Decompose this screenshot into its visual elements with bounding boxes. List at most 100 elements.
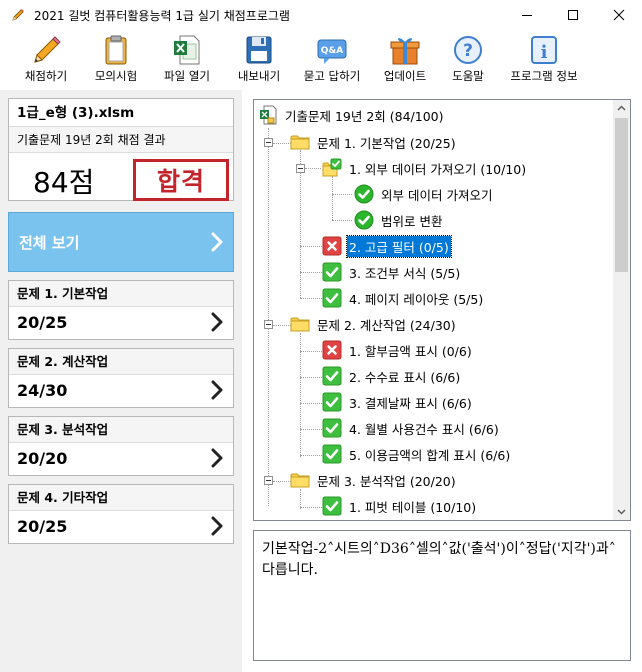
mock-exam-button[interactable]: 모의시험: [84, 30, 148, 85]
tree-connector: [305, 168, 321, 169]
section-score: 20/25: [17, 313, 68, 332]
collapse-toggle[interactable]: [296, 164, 305, 173]
section-card-1[interactable]: 문제 1. 기본작업 20/25: [8, 280, 234, 340]
left-panel: 1급_e형 (3).xlsm 기출문제 19년 2회 채점 결과 84점 합격 …: [0, 90, 242, 672]
tree-connector: [332, 194, 352, 195]
open-file-button[interactable]: 파일 열기: [148, 30, 226, 85]
check-icon: [322, 444, 342, 464]
section-card-4[interactable]: 문제 4. 기타작업 20/25: [8, 484, 234, 544]
tree-connector: [300, 507, 322, 508]
folder-icon: [290, 132, 310, 152]
close-icon: [613, 9, 625, 21]
app-pencil-icon: [12, 9, 24, 21]
title-bar: 2021 길벗 컴퓨터활용능력 1급 실기 채점프로그램: [0, 0, 642, 30]
info-icon: i: [531, 36, 557, 64]
svg-text:Q&A: Q&A: [321, 46, 343, 56]
collapse-toggle[interactable]: [264, 476, 273, 485]
scroll-down-icon[interactable]: [613, 503, 630, 520]
tree-connector: [300, 429, 322, 430]
minimize-button[interactable]: [504, 0, 550, 30]
mock-exam-label: 모의시험: [94, 69, 138, 83]
tree-scrollbar[interactable]: [613, 100, 630, 520]
grade-label: 채점하기: [24, 69, 68, 83]
svg-text:?: ?: [463, 41, 473, 61]
section-card-2[interactable]: 문제 2. 계산작업 24/30: [8, 348, 234, 408]
file-summary-card: 1급_e형 (3).xlsm 기출문제 19년 2회 채점 결과 84점 합격: [8, 98, 234, 201]
tree-node[interactable]: 4. 월별 사용건수 표시 (6/6): [322, 417, 501, 439]
tree-node[interactable]: 1. 할부금액 표시 (0/6): [322, 339, 474, 361]
update-button[interactable]: 업데이트: [372, 30, 438, 85]
section-score: 24/30: [17, 381, 68, 400]
open-file-label: 파일 열기: [164, 69, 210, 83]
tree-node[interactable]: 외부 데이터 가져오기: [354, 183, 494, 205]
tree-connector: [300, 455, 322, 456]
tree-connector: [332, 220, 352, 221]
qa-button[interactable]: Q&A 묻고 답하기: [292, 30, 372, 85]
export-button[interactable]: 내보내기: [226, 30, 292, 85]
error-icon: [322, 340, 342, 360]
tree-connector: [300, 489, 301, 509]
tree-node[interactable]: 5. 이용금액의 합계 표시 (6/6): [322, 443, 512, 465]
section-score: 20/20: [17, 449, 68, 468]
tree-connector: [332, 176, 333, 220]
tree-node[interactable]: 3. 결제날짜 표시 (6/6): [322, 391, 474, 413]
collapse-toggle[interactable]: [264, 320, 273, 329]
view-all-label: 전체 보기: [19, 233, 80, 252]
section-title: 문제 3. 분석작업: [9, 417, 233, 443]
tree-connector: [300, 377, 322, 378]
result-tree[interactable]: 기출문제 19년 2회 (84/100) 문제 1. 기본작업 (20/25) …: [253, 99, 631, 521]
qa-icon: Q&A: [317, 39, 347, 64]
tree-node[interactable]: 4. 페이지 레이아웃 (5/5): [322, 287, 485, 309]
check-icon: [322, 392, 342, 412]
section-title: 문제 2. 계산작업: [9, 349, 233, 375]
qa-label: 묻고 답하기: [303, 69, 361, 83]
section-score: 20/25: [17, 517, 68, 536]
update-label: 업데이트: [383, 69, 427, 83]
tree-connector: [268, 128, 269, 506]
tree-node[interactable]: 2. 수수료 표시 (6/6): [322, 365, 462, 387]
tree-connector: [273, 143, 291, 144]
tree-node[interactable]: 범위로 변환: [354, 209, 444, 231]
tree-node-selected[interactable]: 2. 고급 필터 (0/5): [322, 234, 452, 258]
section-card-3[interactable]: 문제 3. 분석작업 20/20: [8, 416, 234, 476]
chevron-right-icon: [209, 516, 225, 536]
view-all-button[interactable]: 전체 보기: [8, 212, 234, 272]
minimize-icon: [522, 15, 532, 16]
error-icon: [322, 236, 342, 256]
folder-icon: [290, 314, 310, 334]
check-icon: [322, 262, 342, 282]
toolbar: 채점하기 모의시험 파일 열기 내보내기 Q&A 묻고 답하기 업데이트 ? 도…: [0, 30, 642, 85]
grade-button[interactable]: 채점하기: [8, 30, 84, 85]
tree-node[interactable]: 문제 1. 기본작업 (20/25): [290, 131, 458, 153]
pass-stamp: 합격: [133, 159, 229, 201]
check-icon: [322, 288, 342, 308]
scroll-up-icon[interactable]: [613, 100, 630, 117]
excel-file-icon: [174, 35, 200, 65]
floppy-disk-icon: [246, 36, 272, 64]
maximize-button[interactable]: [550, 0, 596, 30]
tree-node[interactable]: 1. 외부 데이터 가져오기 (10/10): [322, 157, 528, 179]
check-icon: [322, 418, 342, 438]
maximize-icon: [568, 10, 578, 20]
section-title: 문제 4. 기타작업: [9, 485, 233, 511]
tree-connector: [300, 403, 322, 404]
message-box[interactable]: 기본작업-2˄시트의˄D36˄셀의˄값('출석')이˄정답('지각')과˄다릅니…: [253, 530, 631, 661]
tree-root[interactable]: 기출문제 19년 2회 (84/100): [258, 104, 446, 126]
check-icon: [322, 366, 342, 386]
program-info-button[interactable]: i 프로그램 정보: [498, 30, 590, 85]
clipboard-icon: [105, 35, 127, 65]
section-title: 문제 1. 기본작업: [9, 281, 233, 307]
tree-node[interactable]: 문제 2. 계산작업 (24/30): [290, 313, 458, 335]
collapse-toggle[interactable]: [264, 138, 273, 147]
help-icon: ?: [454, 36, 482, 64]
folder-check-icon: [322, 158, 342, 178]
tree-node[interactable]: 1. 피벗 테이블 (10/10): [322, 495, 478, 517]
pencil-icon: [34, 36, 61, 63]
total-score: 84점: [33, 166, 95, 199]
tree-node[interactable]: 문제 3. 분석작업 (20/20): [290, 469, 458, 491]
tree-node[interactable]: 3. 조건부 서식 (5/5): [322, 261, 462, 283]
program-info-label: 프로그램 정보: [510, 69, 578, 83]
close-button[interactable]: [596, 0, 642, 30]
help-button[interactable]: ? 도움말: [438, 30, 498, 85]
scrollbar-thumb[interactable]: [615, 118, 628, 272]
